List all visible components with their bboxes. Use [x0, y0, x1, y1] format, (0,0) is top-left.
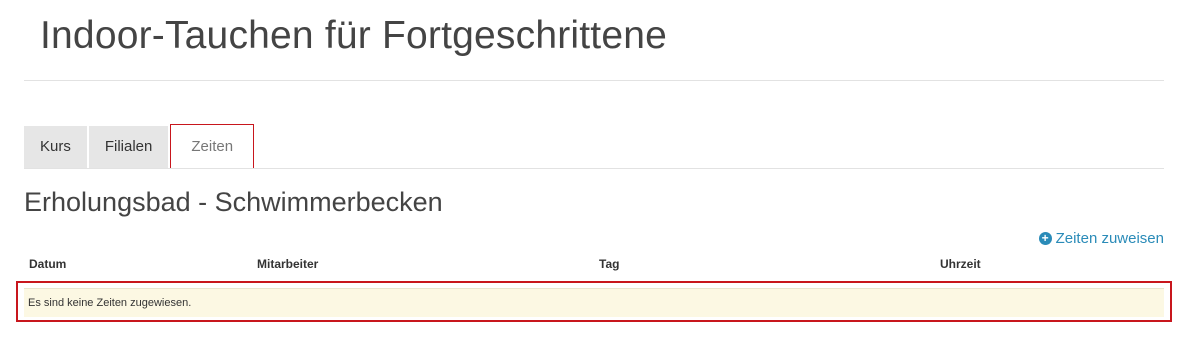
assign-times-link[interactable]: + Zeiten zuweisen [1038, 230, 1164, 247]
notice-highlight-outline [16, 281, 1172, 322]
tabs-divider [24, 168, 1164, 169]
page-title: Indoor-Tauchen für Fortgeschrittene [40, 14, 668, 57]
section-title: Erholungsbad - Schwimmerbecken [24, 187, 443, 217]
column-header-tag: Tag [599, 257, 620, 271]
column-header-datum: Datum [29, 257, 67, 271]
tab-zeiten[interactable]: Zeiten [170, 124, 255, 169]
plus-circle-icon: + [1038, 232, 1052, 245]
column-header-uhrzeit: Uhrzeit [940, 257, 981, 271]
title-divider [24, 80, 1164, 81]
tab-filialen[interactable]: Filialen [88, 126, 169, 168]
assign-times-label: Zeiten zuweisen [1055, 230, 1164, 247]
tab-bar: Kurs Filialen Zeiten [24, 124, 256, 169]
column-header-mitarbeiter: Mitarbeiter [257, 257, 319, 271]
tab-kurs[interactable]: Kurs [24, 126, 87, 168]
